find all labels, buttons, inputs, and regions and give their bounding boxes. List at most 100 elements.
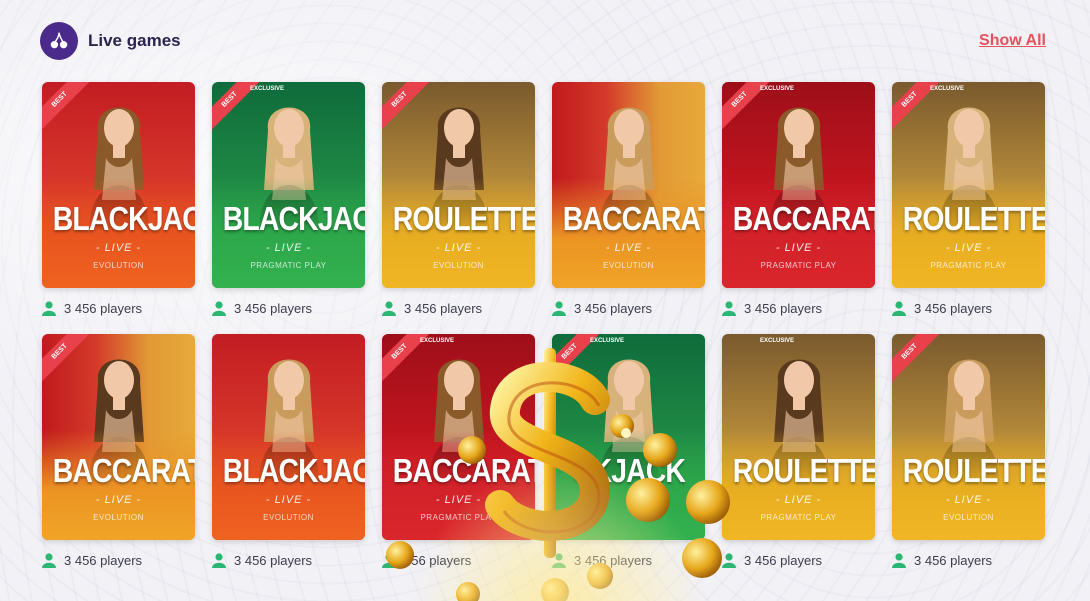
- user-icon: [382, 552, 396, 568]
- cherries-icon: [40, 22, 78, 60]
- provider-label: EVOLUTION: [93, 513, 144, 522]
- players-text: 3 456 players: [574, 552, 653, 568]
- live-label: - LIVE -: [605, 242, 652, 254]
- live-label: - LIVE -: [945, 242, 992, 254]
- game-card[interactable]: BEST EXCLUSIVE CKJACK: [552, 334, 705, 540]
- game-name: BLACKJACK: [222, 452, 365, 489]
- game-card[interactable]: BEST EXCLUSIVE BACCARAT - LIVE - PRAGMATIC P…: [722, 82, 875, 288]
- players-text: 3 456 players: [574, 300, 653, 316]
- game-name: BLACKJACK: [52, 200, 195, 237]
- provider-label: PRAGMATIC PLAY: [930, 261, 1007, 270]
- players-text: 3 456 players: [914, 300, 993, 316]
- user-icon: [722, 552, 736, 568]
- game-tile: EXCLUSIVE ROULETTE - LIVE - PRAGMATIC PLAY 3…: [722, 334, 875, 568]
- exclusive-label: EXCLUSIVE: [760, 338, 795, 344]
- live-label: - LIVE -: [95, 494, 142, 506]
- game-name: BACCARAT: [392, 452, 535, 489]
- game-name: ROULETTE: [392, 200, 535, 237]
- players-text: 3 456 players: [744, 300, 823, 316]
- live-games-panel: Live games Show All BESTBLACKJACK- LIVE …: [0, 0, 1090, 601]
- user-icon: [42, 552, 56, 568]
- provider-label: EVOLUTION: [433, 261, 484, 270]
- provider-label: EVOLUTION: [603, 261, 654, 270]
- players-count: 3 456 players: [552, 300, 705, 316]
- game-card[interactable]: BLACKJACK - LIVE - EVOLUTION: [212, 334, 365, 540]
- players-count: 3 456 players: [382, 300, 535, 316]
- provider-label: PRAGMATIC PLAY: [250, 261, 327, 270]
- user-icon: [892, 552, 906, 568]
- game-name: ROULETTE: [732, 452, 875, 489]
- players-text: 3 456 players: [404, 300, 483, 316]
- game-card[interactable]: BEST EXCLUSIVE BACCARAT - LIVE - PRAGMATIC P…: [382, 334, 535, 540]
- exclusive-label: EXCLUSIVE: [760, 86, 795, 92]
- players-count: 3 456 players: [722, 552, 875, 568]
- game-card[interactable]: BEST ROULETTE - LIVE - EVOLUTION: [382, 82, 535, 288]
- user-icon: [722, 300, 736, 316]
- players-count: 3 456 players: [722, 300, 875, 316]
- live-label: - LIVE -: [265, 242, 312, 254]
- live-label: - LIVE -: [775, 494, 822, 506]
- game-name: ROULETTE: [902, 452, 1045, 489]
- live-label: - LIVE -: [265, 494, 312, 506]
- game-name: BACCARAT: [732, 200, 875, 237]
- user-icon: [382, 300, 396, 316]
- section-title: Live games: [88, 31, 181, 50]
- user-icon: [212, 300, 226, 316]
- game-name: CKJACK: [571, 452, 686, 489]
- live-label: - LIVE -: [435, 242, 482, 254]
- game-card[interactable]: EXCLUSIVE ROULETTE - LIVE - PRAGMATIC PLAY: [722, 334, 875, 540]
- players-count: 3 456 players: [552, 552, 705, 568]
- game-tile: BEST ROULETTE - LIVE - EVOLUTION 3 456 playe…: [382, 82, 535, 316]
- games-grid: BESTBLACKJACK- LIVE -EVOLUTION3 456 play…: [42, 82, 1045, 568]
- players-count: 3 456 players: [212, 552, 365, 568]
- players-text: 3 456 players: [234, 552, 313, 568]
- user-icon: [42, 300, 56, 316]
- players-count: 3 456 players: [892, 300, 1045, 316]
- game-name: BLACKJACK: [222, 200, 365, 237]
- game-name: BACCARAT: [562, 200, 705, 237]
- game-name: ROULETTE: [902, 200, 1045, 237]
- user-icon: [552, 300, 566, 316]
- game-card[interactable]: BEST EXCLUSIVE ROULETTE - LIVE - PRAGMATIC P…: [892, 82, 1045, 288]
- exclusive-label: EXCLUSIVE: [250, 86, 285, 92]
- game-card[interactable]: BESTBLACKJACK- LIVE -EVOLUTION: [42, 82, 195, 288]
- game-tile: BEST EXCLUSIVE BACCARAT - LIVE - PRAGMATIC P…: [382, 334, 535, 568]
- exclusive-label: EXCLUSIVE: [930, 86, 965, 92]
- provider-label: PRAGMATIC PLAY: [760, 513, 837, 522]
- live-label: - LIVE -: [775, 242, 822, 254]
- section-header: Live games Show All: [40, 22, 1046, 60]
- players-count: 3 456 players: [212, 300, 365, 316]
- user-icon: [892, 300, 906, 316]
- provider-label: EVOLUTION: [93, 261, 144, 270]
- game-tile: BEST EXCLUSIVE BACCARAT - LIVE - PRAGMATIC P…: [722, 82, 875, 316]
- players-count: 3 456 players: [42, 300, 195, 316]
- players-text: 456 players: [404, 552, 472, 568]
- players-count: 456 players: [382, 552, 535, 568]
- game-card[interactable]: BESTEXCLUSIVEBLACKJACK- LIVE -PRAGMATIC …: [212, 82, 365, 288]
- user-icon: [212, 552, 226, 568]
- live-label: - LIVE -: [945, 494, 992, 506]
- game-tile: BEST ROULETTE - LIVE - EVOLUTION 3 456 playe…: [892, 334, 1045, 568]
- game-card[interactable]: BACCARAT - LIVE - EVOLUTION: [552, 82, 705, 288]
- players-count: 3 456 players: [892, 552, 1045, 568]
- provider-label: PRAGMATIC PLAY: [420, 513, 497, 522]
- players-text: 3 456 players: [744, 552, 823, 568]
- live-label: - LIVE -: [435, 494, 482, 506]
- game-name: BACCARAT: [52, 452, 195, 489]
- game-card[interactable]: BEST BACCARAT - LIVE - EVOLUTION: [42, 334, 195, 540]
- live-label: - LIVE -: [95, 242, 142, 254]
- game-tile: BESTEXCLUSIVEBLACKJACK- LIVE -PRAGMATIC …: [212, 82, 365, 316]
- players-text: 3 456 players: [234, 300, 313, 316]
- game-tile: BEST EXCLUSIVE ROULETTE - LIVE - PRAGMATIC P…: [892, 82, 1045, 316]
- players-count: 3 456 players: [42, 552, 195, 568]
- game-tile: BEST BACCARAT - LIVE - EVOLUTION 3 456 playe…: [42, 334, 195, 568]
- game-tile: BESTBLACKJACK- LIVE -EVOLUTION3 456 play…: [42, 82, 195, 316]
- game-tile: BLACKJACK - LIVE - EVOLUTION 3 456 players: [212, 334, 365, 568]
- game-card[interactable]: BEST ROULETTE - LIVE - EVOLUTION: [892, 334, 1045, 540]
- players-text: 3 456 players: [64, 552, 143, 568]
- provider-label: EVOLUTION: [263, 513, 314, 522]
- players-text: 3 456 players: [64, 300, 143, 316]
- exclusive-label: EXCLUSIVE: [420, 338, 455, 344]
- show-all-link[interactable]: Show All: [979, 32, 1046, 50]
- exclusive-label: EXCLUSIVE: [590, 338, 625, 344]
